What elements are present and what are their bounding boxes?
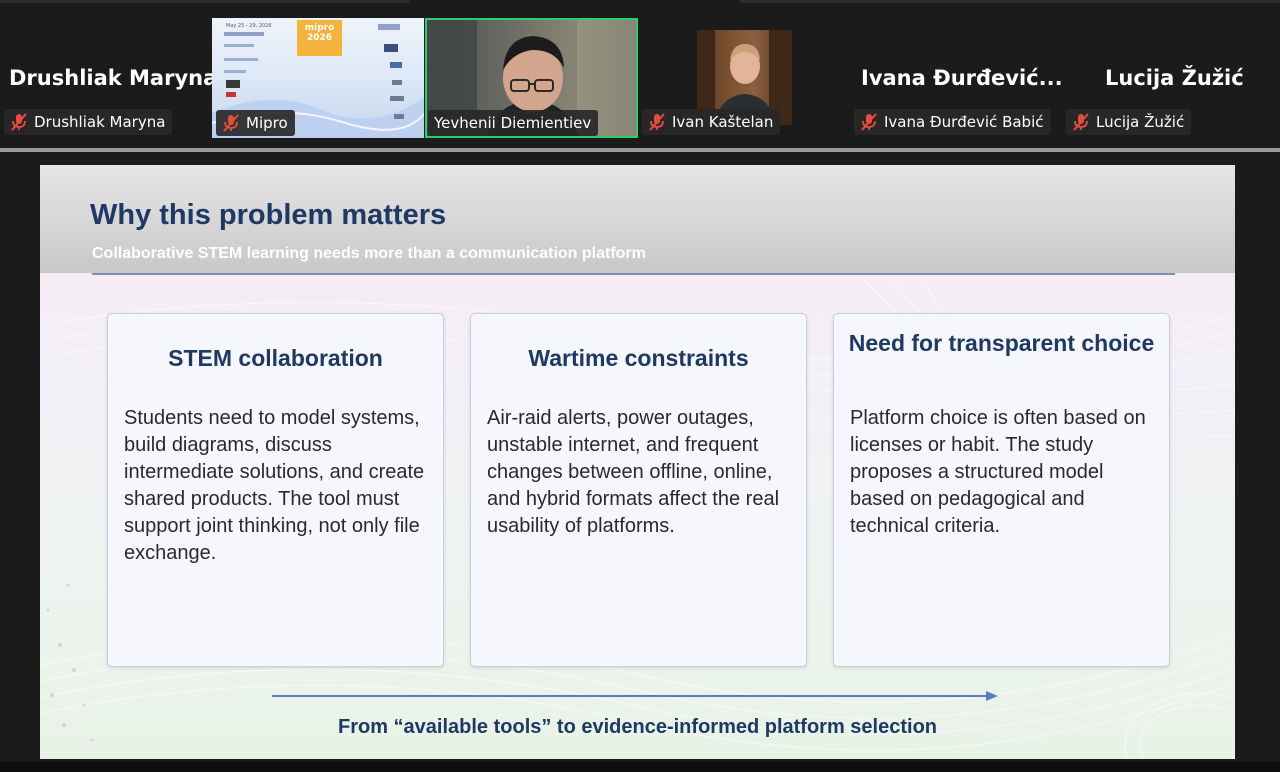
participant-display-name: Ivana Đurđević...: [861, 66, 1063, 90]
header-divider-line: [92, 273, 1175, 275]
participant-tile-mipro[interactable]: May 25 - 29, 2026 mipro 2026 Mipro: [212, 18, 424, 138]
participant-display-name: Lucija Žužić: [1105, 66, 1244, 90]
mic-off-icon: [223, 114, 239, 132]
slide-subtitle: Collaborative STEM learning needs more t…: [92, 245, 646, 262]
participant-strip: Drushliak Maryna Drushliak Maryna May 25…: [0, 0, 1280, 148]
participant-tile-drushliak[interactable]: Drushliak Maryna Drushliak Maryna: [0, 0, 217, 148]
participant-tag-label: Ivana Đurđević Babić: [884, 113, 1044, 131]
card-wartime-constraints: Wartime constraints Air-raid alerts, pow…: [470, 313, 807, 667]
strip-divider[interactable]: [0, 148, 1280, 152]
participant-tile-ivana[interactable]: Ivana Đurđević... Ivana Đurđević Babić: [850, 0, 1063, 148]
participant-display-name: Drushliak Maryna: [9, 66, 218, 90]
card-body: Platform choice is often based on licens…: [850, 407, 1146, 537]
card-title: STEM collaboration: [168, 345, 383, 371]
mipro-dates: May 25 - 29, 2026: [226, 23, 272, 29]
card-body: Students need to model systems, build di…: [124, 407, 425, 564]
card-title: Wartime constraints: [528, 345, 749, 371]
window-bottom-bar: [0, 762, 1280, 772]
participant-tile-lucija[interactable]: Lucija Žužić Lucija Žužić: [1062, 0, 1280, 148]
participant-name-tag: Lucija Žužić: [1066, 109, 1192, 135]
slide-footer-text: From “available tools” to evidence-infor…: [337, 716, 937, 738]
participant-tile-yevhenii[interactable]: Yevhenii Diemientiev: [425, 18, 638, 138]
mic-off-icon: [1073, 113, 1089, 131]
card-stem-collaboration: STEM collaboration Students need to mode…: [107, 313, 444, 667]
participant-tag-label: Mipro: [246, 114, 288, 132]
participant-name-tag: Yevhenii Diemientiev: [428, 110, 599, 136]
card-transparent-choice: Need for transparent choice Platform cho…: [833, 313, 1170, 667]
mipro-logo: mipro 2026: [304, 23, 335, 43]
participant-name-tag: Drushliak Maryna: [4, 109, 173, 135]
mic-off-icon: [11, 113, 27, 131]
mic-off-icon: [861, 113, 877, 131]
participant-name-tag: Ivana Đurđević Babić: [854, 109, 1051, 135]
flow-arrow-icon: [272, 691, 998, 701]
shared-screen-slide: Why this problem matters Collaborative S…: [40, 165, 1235, 759]
participant-name-tag: Ivan Kaštelan: [642, 109, 781, 135]
slide-title: Why this problem matters: [90, 199, 447, 231]
card-body: Air-raid alerts, power outages, unstable…: [487, 407, 780, 537]
participant-tag-label: Yevhenii Diemientiev: [434, 114, 592, 132]
participant-tag-label: Ivan Kaštelan: [672, 113, 774, 131]
participant-tag-label: Lucija Žužić: [1096, 113, 1185, 131]
participant-name-tag: Mipro: [216, 110, 295, 136]
card-title: Need for transparent choice: [848, 330, 1155, 356]
participant-tag-label: Drushliak Maryna: [34, 113, 166, 131]
mic-off-icon: [649, 113, 665, 131]
